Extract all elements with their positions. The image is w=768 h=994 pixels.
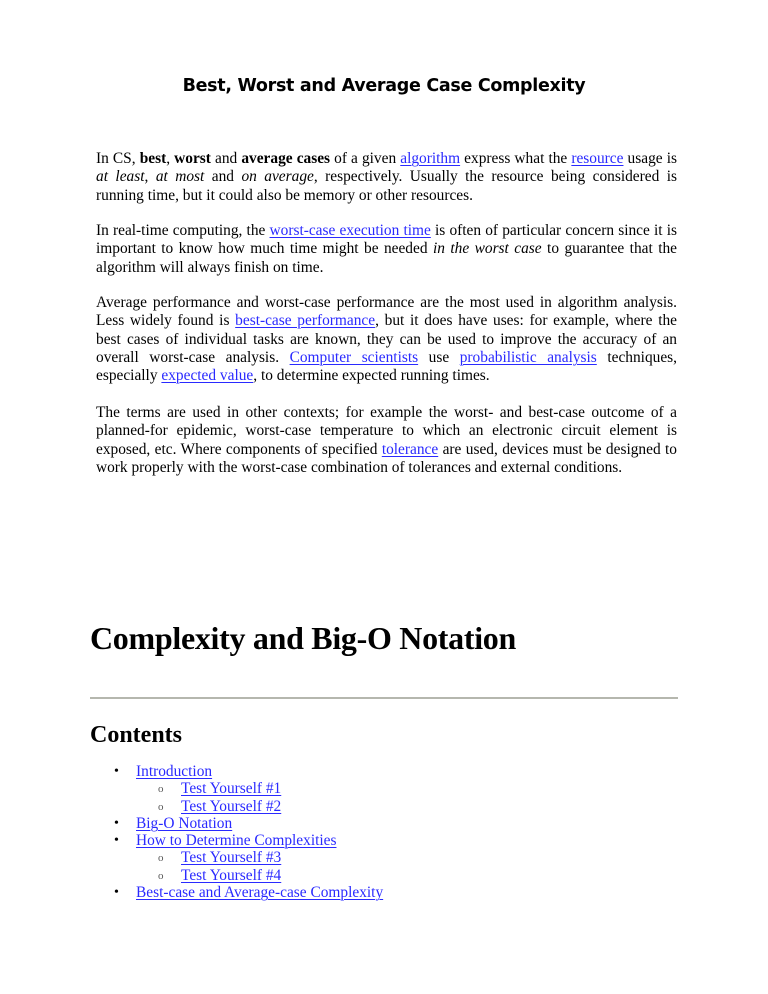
bullet-icon: • <box>114 815 119 831</box>
horizontal-rule <box>90 697 678 699</box>
toc-link-how-to-determine-complexities[interactable]: How to Determine Complexities <box>136 832 336 849</box>
inline-link-tolerance[interactable]: tolerance <box>382 441 438 458</box>
toc-item: o Test Yourself #1 <box>0 780 383 797</box>
toc-item: • Big-O Notation <box>0 815 383 832</box>
toc-link-best-and-average-case-complexity[interactable]: Best-case and Average-case Complexity <box>136 884 383 901</box>
inline-link-resource[interactable]: resource <box>571 150 623 167</box>
toc-link-big-o-notation[interactable]: Big-O Notation <box>136 815 232 832</box>
text-run: In CS, <box>96 150 140 167</box>
text-run: usage is <box>623 150 677 167</box>
toc-item: • Introduction <box>0 763 383 780</box>
bold-term: worst <box>174 150 211 167</box>
text-run: , to determine expected running times. <box>253 367 490 385</box>
italic-phrase: at most <box>155 168 205 186</box>
paragraph-other-contexts: The terms are used in other contexts; fo… <box>96 404 677 477</box>
document-page: Best, Worst and Average Case Complexity … <box>0 0 768 994</box>
inline-link-algorithm[interactable]: algorithm <box>400 150 460 167</box>
text-run: and <box>210 150 242 167</box>
inline-link-computer-scientists[interactable]: Computer scientists <box>290 349 419 366</box>
bullet-icon: • <box>114 764 119 779</box>
text-run: express what the <box>460 150 572 167</box>
italic-phrase: on average <box>241 168 314 186</box>
bold-term: average cases <box>241 150 331 167</box>
text-run: of a given <box>330 150 401 167</box>
text-run: use <box>418 348 460 366</box>
inline-link-worst-case-execution-time[interactable]: worst-case execution time <box>270 222 431 239</box>
section-heading: Complexity and Big-O Notation <box>90 620 516 656</box>
toc-item: • Best-case and Average-case Complexity <box>0 884 383 901</box>
toc-item: o Test Yourself #4 <box>0 867 383 884</box>
italic-phrase: in the worst case <box>432 240 542 258</box>
circle-bullet-icon: o <box>158 783 164 796</box>
bullet-icon: • <box>114 833 119 849</box>
toc-link-introduction[interactable]: Introduction <box>136 763 212 780</box>
inline-link-expected-value[interactable]: expected value <box>161 367 253 384</box>
text-run: , <box>144 168 156 186</box>
circle-bullet-icon: o <box>158 800 164 813</box>
paragraph-real-time-computing: In real-time computing, the worst-case e… <box>96 222 677 277</box>
text-run: and <box>204 168 242 186</box>
circle-bullet-icon: o <box>158 869 164 882</box>
italic-phrase: at least <box>96 168 145 186</box>
toc-link-test-yourself-3[interactable]: Test Yourself #3 <box>181 849 281 866</box>
toc-item: o Test Yourself #3 <box>0 849 383 866</box>
text-run: , <box>166 150 175 167</box>
toc-item: • How to Determine Complexities <box>0 832 383 849</box>
bullet-icon: • <box>114 885 119 901</box>
text-run: In real-time computing, the <box>96 222 270 239</box>
inline-link-best-case-performance[interactable]: best-case performance <box>235 312 375 329</box>
toc-link-test-yourself-1[interactable]: Test Yourself #1 <box>181 780 281 797</box>
document-title: Best, Worst and Average Case Complexity <box>182 76 586 96</box>
toc-item: o Test Yourself #2 <box>0 798 383 815</box>
paragraph-average-performance: Average performance and worst-case perfo… <box>96 294 677 385</box>
paragraph-case-definitions: In CS, best, worst and average cases of … <box>96 150 677 205</box>
toc-link-test-yourself-4[interactable]: Test Yourself #4 <box>181 867 281 884</box>
toc-link-test-yourself-2[interactable]: Test Yourself #2 <box>181 798 281 815</box>
inline-link-probabilistic-analysis[interactable]: probabilistic analysis <box>460 349 597 366</box>
contents-heading: Contents <box>90 722 183 748</box>
bold-term: best <box>139 150 167 167</box>
circle-bullet-icon: o <box>158 852 164 865</box>
table-of-contents: • Introduction o Test Yourself #1 o Test… <box>0 763 383 901</box>
